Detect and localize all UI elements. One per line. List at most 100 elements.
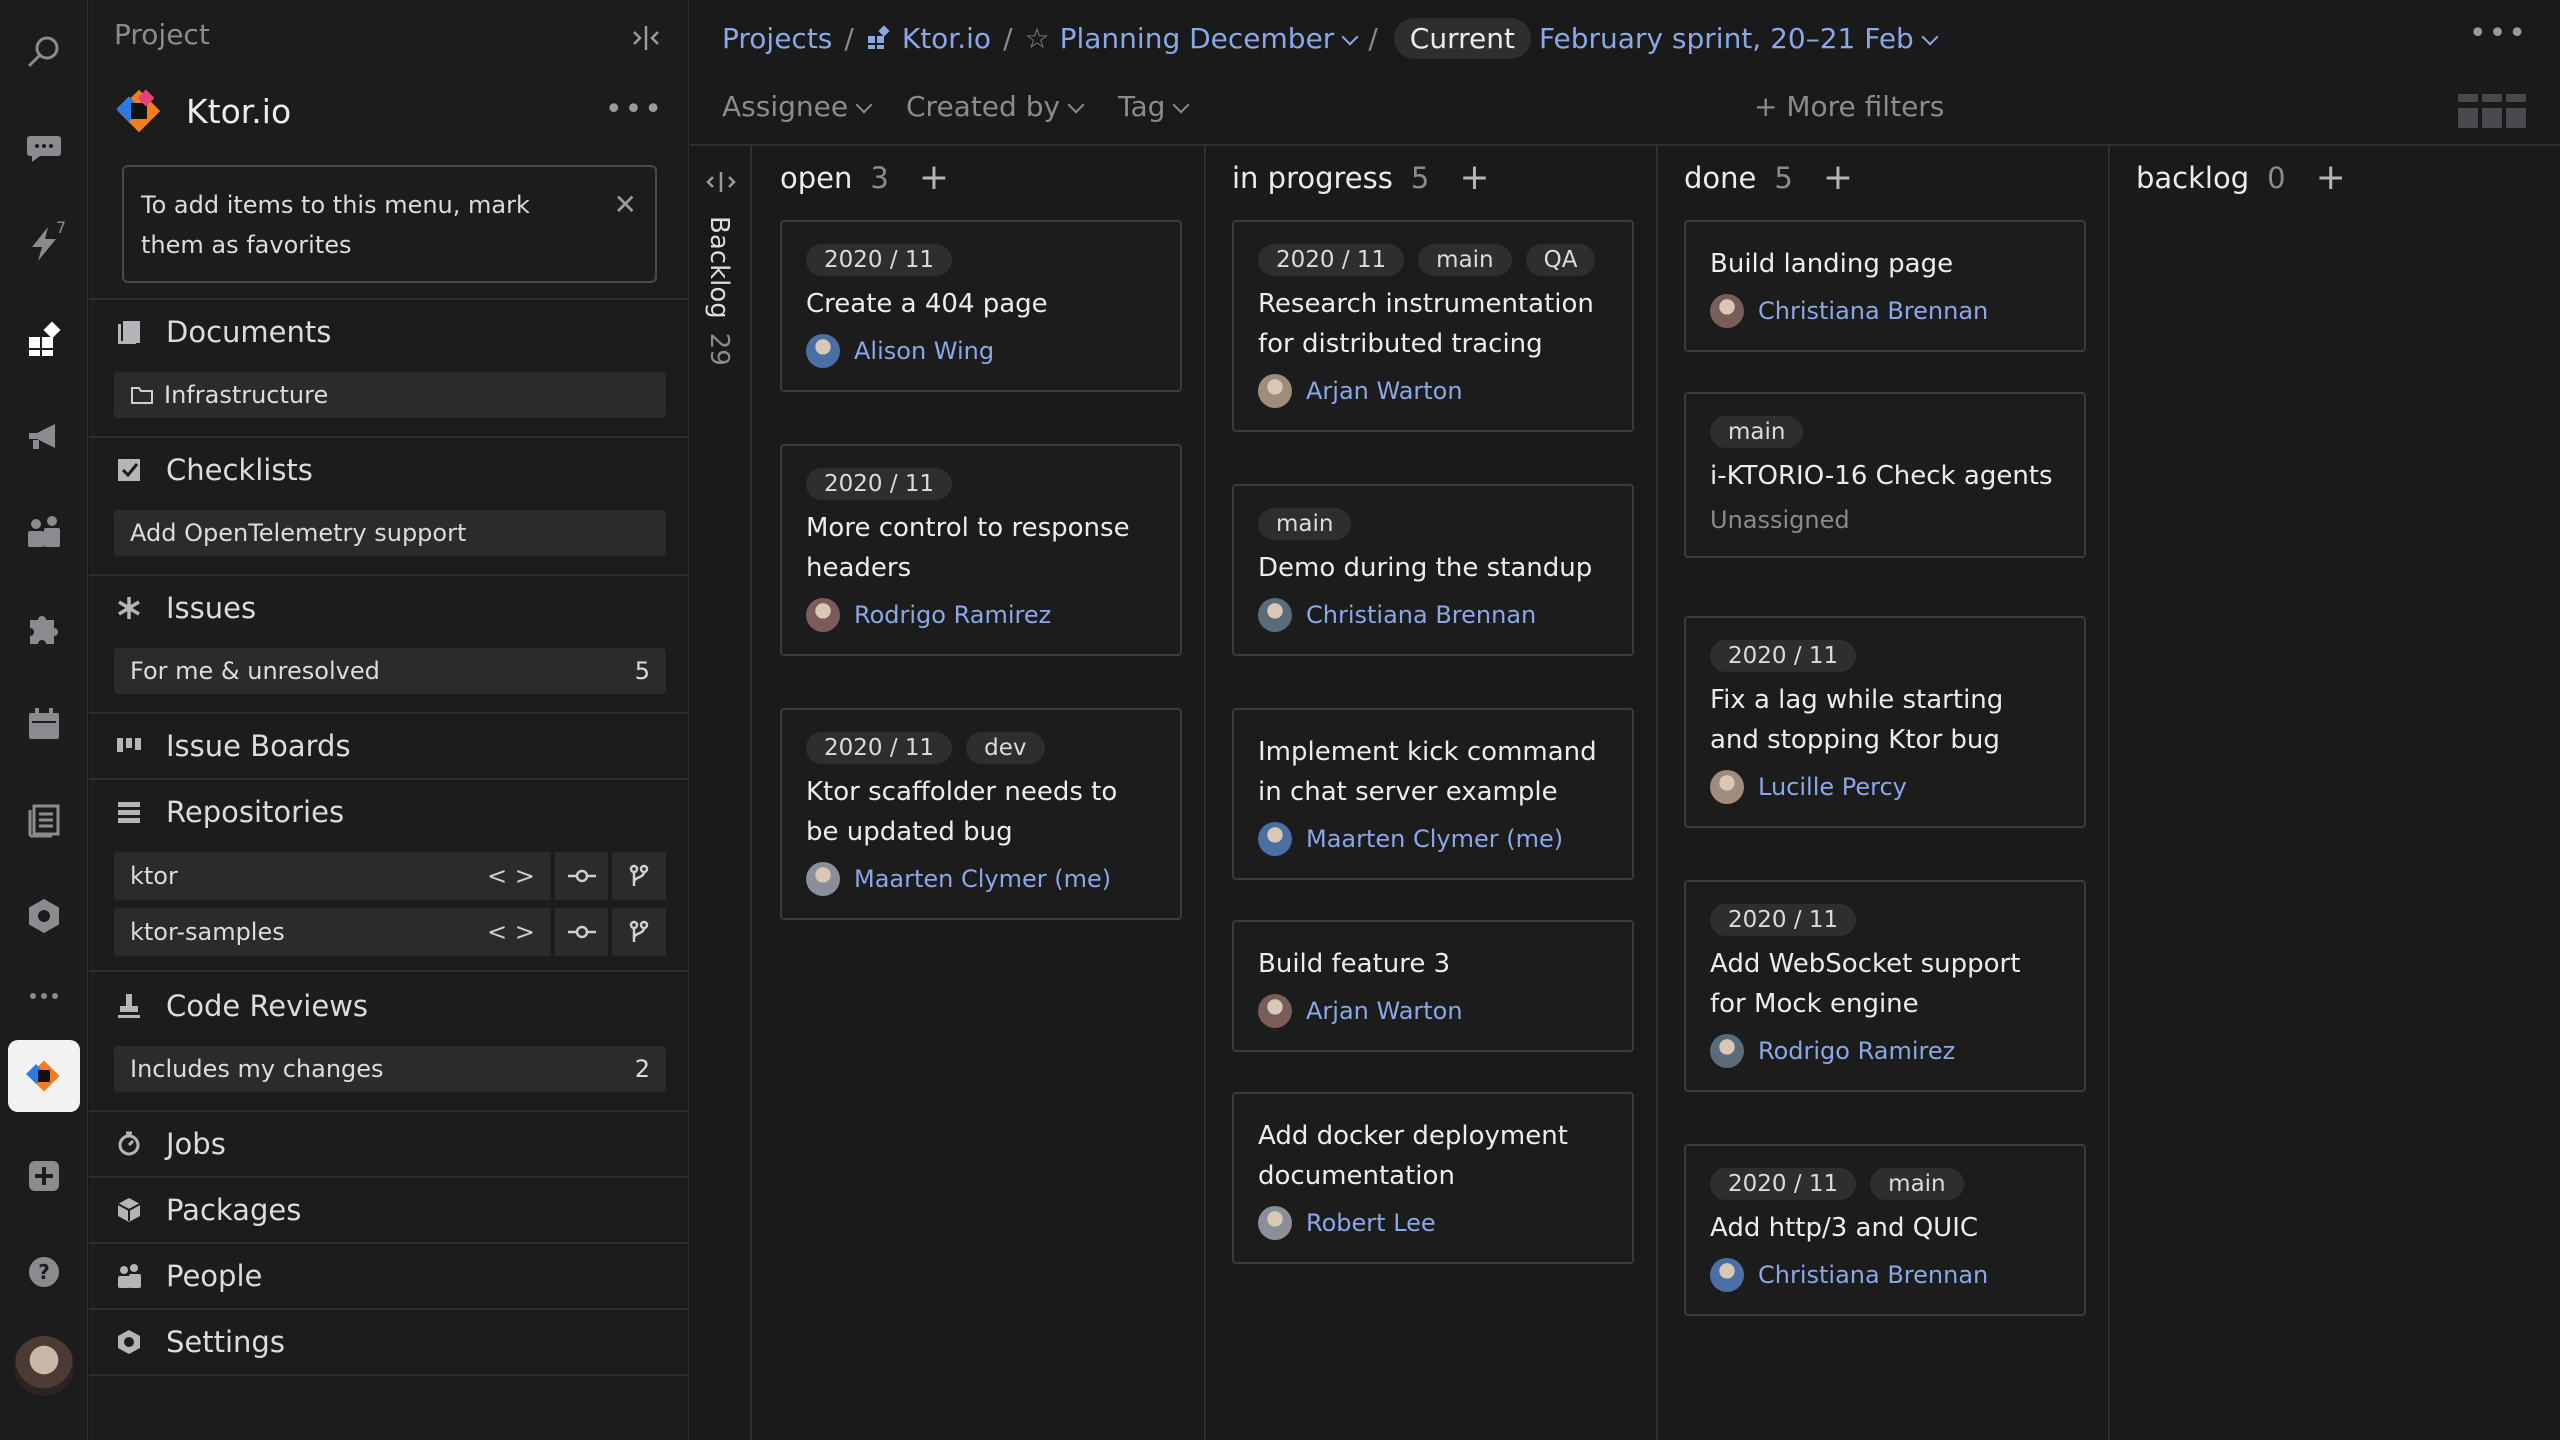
tag-badge[interactable]: 2020 / 11: [1710, 1168, 1857, 1200]
documents-rail-icon[interactable]: [12, 788, 76, 852]
breadcrumb-projects[interactable]: Projects: [722, 22, 832, 55]
tag-badge[interactable]: 2020 / 11: [1710, 640, 1857, 672]
add-card-icon[interactable]: +: [1823, 160, 1853, 196]
card-assignee[interactable]: Arjan Warton: [1258, 994, 1608, 1028]
card-assignee[interactable]: Lucille Percy: [1710, 770, 2060, 804]
issue-card[interactable]: 2020 / 11 Fix a lag while starting and st…: [1684, 616, 2086, 828]
project-title-row[interactable]: Ktor.io: [114, 84, 291, 138]
card-assignee[interactable]: Maarten Clymer (me): [1258, 822, 1608, 856]
tag-badge[interactable]: main: [1418, 244, 1512, 276]
card-assignee[interactable]: Christiana Brennan: [1258, 598, 1608, 632]
sidebar-item-infrastructure[interactable]: Infrastructure: [114, 372, 666, 418]
search-icon[interactable]: [12, 20, 76, 84]
tag-badge[interactable]: 2020 / 11: [806, 244, 953, 276]
issue-card[interactable]: 2020 / 11 Create a 404 page Alison Wing: [780, 220, 1182, 392]
sidebar-item-opentelemetry[interactable]: Add OpenTelemetry support: [114, 510, 666, 556]
section-repositories[interactable]: Repositories: [114, 792, 344, 832]
repo-name[interactable]: ktor-samples < >: [114, 908, 551, 956]
code-icon[interactable]: < >: [487, 862, 535, 890]
add-card-icon[interactable]: +: [919, 160, 949, 196]
code-icon[interactable]: < >: [487, 918, 535, 946]
avatar: [1258, 994, 1292, 1028]
section-checklists[interactable]: Checklists: [114, 450, 313, 490]
backlog-panel-toggle[interactable]: Backlog 29: [690, 146, 752, 1440]
commits-icon[interactable]: [554, 852, 609, 900]
section-jobs[interactable]: Jobs: [114, 1124, 226, 1164]
card-assignee[interactable]: Rodrigo Ramirez: [1710, 1034, 2060, 1068]
sidebar-item-issues-filter[interactable]: For me & unresolved 5: [114, 648, 666, 694]
hexagon-settings-icon[interactable]: [12, 884, 76, 948]
tag-badge[interactable]: 2020 / 11: [1258, 244, 1405, 276]
user-avatar[interactable]: [14, 1336, 74, 1396]
puzzle-icon[interactable]: [12, 596, 76, 660]
issue-card[interactable]: main i-KTORIO-16 Check agents Unassigned: [1684, 392, 2086, 558]
add-card-icon[interactable]: +: [2316, 160, 2346, 196]
tag-badge[interactable]: dev: [966, 732, 1045, 764]
view-layout-icon[interactable]: [2458, 94, 2530, 130]
card-assignee[interactable]: Rodrigo Ramirez: [806, 598, 1156, 632]
tag-filter[interactable]: Tag: [1118, 90, 1190, 123]
card-assignee[interactable]: Christiana Brennan: [1710, 294, 2060, 328]
commits-icon[interactable]: [554, 908, 609, 956]
tag-badge[interactable]: 2020 / 11: [806, 468, 953, 500]
breadcrumb-project[interactable]: Ktor.io: [902, 22, 991, 55]
tag-badge[interactable]: main: [1710, 416, 1804, 448]
project-more-icon[interactable]: •••: [605, 92, 664, 127]
more-icon[interactable]: [12, 964, 76, 1028]
chat-icon[interactable]: [12, 116, 76, 180]
tag-badge[interactable]: QA: [1525, 244, 1596, 276]
section-code-reviews[interactable]: Code Reviews: [114, 986, 368, 1026]
more-options-icon[interactable]: •••: [2469, 16, 2528, 51]
card-assignee[interactable]: Arjan Warton: [1258, 374, 1608, 408]
ktor-app-icon[interactable]: [8, 1040, 80, 1112]
tag-badge[interactable]: main: [1258, 508, 1352, 540]
sidebar-item-code-reviews-filter[interactable]: Includes my changes 2: [114, 1046, 666, 1092]
calendar-icon[interactable]: [12, 692, 76, 756]
branches-icon[interactable]: [612, 908, 666, 956]
more-filters-button[interactable]: + More filters: [1754, 90, 1944, 123]
issue-card[interactable]: main Demo during the standup Christiana Br…: [1232, 484, 1634, 656]
section-documents[interactable]: Documents: [114, 312, 331, 352]
section-packages[interactable]: Packages: [114, 1190, 301, 1230]
close-icon[interactable]: ✕: [614, 185, 637, 225]
help-icon[interactable]: ?: [12, 1240, 76, 1304]
breadcrumb-board[interactable]: Planning December: [1060, 22, 1359, 55]
issue-card[interactable]: Add docker deployment documentation Rober…: [1232, 1092, 1634, 1264]
issue-card[interactable]: 2020 / 11 Add WebSocket support for Mock …: [1684, 880, 2086, 1092]
section-issue-boards[interactable]: Issue Boards: [114, 726, 351, 766]
section-settings[interactable]: Settings: [114, 1322, 285, 1362]
issue-card[interactable]: Build landing page Christiana Brennan: [1684, 220, 2086, 352]
tag-badge[interactable]: 2020 / 11: [806, 732, 953, 764]
collapse-sidebar-icon[interactable]: [628, 22, 664, 54]
current-sprint-pill[interactable]: Current: [1393, 17, 1531, 59]
code-reviews-count: 2: [634, 1055, 650, 1083]
add-card-icon[interactable]: +: [1459, 160, 1489, 196]
issue-card[interactable]: 2020 / 11 main QA Research instrumentation …: [1232, 220, 1634, 432]
add-icon[interactable]: [12, 1144, 76, 1208]
sprint-name: February sprint, 20–21 Feb: [1538, 21, 1914, 55]
card-assignee[interactable]: Christiana Brennan: [1710, 1258, 2060, 1292]
branches-icon[interactable]: [612, 852, 666, 900]
issue-card[interactable]: 2020 / 11 main Add http/3 and QUIC Christia…: [1684, 1144, 2086, 1316]
card-assignee[interactable]: Maarten Clymer (me): [806, 862, 1156, 896]
card-assignee[interactable]: Alison Wing: [806, 334, 1156, 368]
team-icon[interactable]: [12, 500, 76, 564]
repo-name[interactable]: ktor < >: [114, 852, 551, 900]
assignee-filter[interactable]: Assignee: [722, 90, 873, 123]
section-issues[interactable]: Issues: [114, 588, 256, 628]
sprint-selector[interactable]: February sprint, 20–21 Feb: [1538, 21, 1939, 55]
issue-card[interactable]: Build feature 3 Arjan Warton: [1232, 920, 1634, 1052]
projects-icon[interactable]: [12, 308, 76, 372]
issue-card[interactable]: Implement kick command in chat server ex…: [1232, 708, 1634, 880]
megaphone-icon[interactable]: [12, 404, 76, 468]
section-people[interactable]: People: [114, 1256, 262, 1296]
card-assignee[interactable]: Robert Lee: [1258, 1206, 1608, 1240]
tag-badge[interactable]: main: [1870, 1168, 1964, 1200]
lightning-icon[interactable]: 7: [12, 212, 76, 276]
avatar: [806, 598, 840, 632]
issue-card[interactable]: 2020 / 11 More control to response header…: [780, 444, 1182, 656]
issue-card[interactable]: 2020 / 11 dev Ktor scaffolder needs to be …: [780, 708, 1182, 920]
tag-badge[interactable]: 2020 / 11: [1710, 904, 1857, 936]
created-by-filter[interactable]: Created by: [906, 90, 1085, 123]
star-icon[interactable]: ☆: [1025, 22, 1050, 55]
